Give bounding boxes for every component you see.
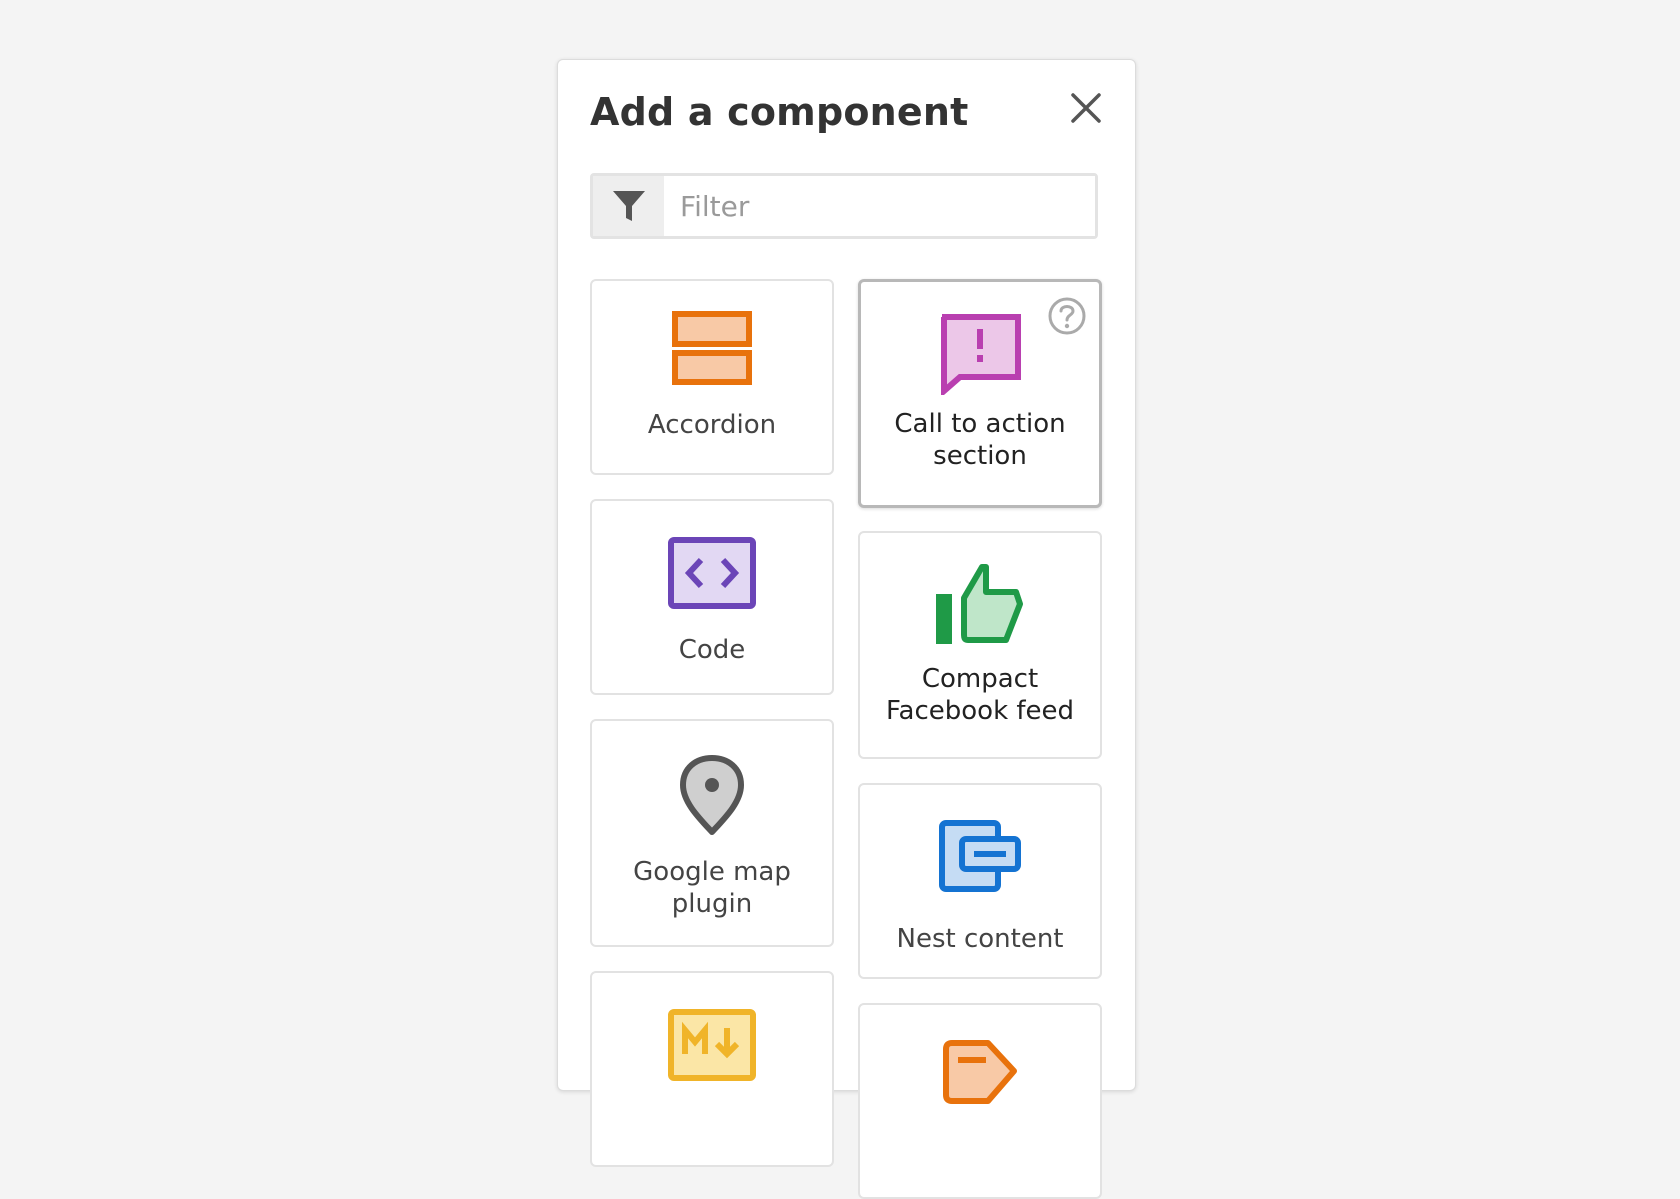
nest-content-icon (939, 820, 1021, 892)
component-label: Call to action section (894, 409, 1066, 471)
tag-icon (943, 1040, 1017, 1104)
component-label: Nest content (896, 924, 1064, 954)
thumbs-up-icon (936, 564, 1023, 644)
markdown-icon (668, 1009, 756, 1081)
close-button[interactable] (1068, 90, 1104, 126)
component-card-accordion[interactable]: Accordion (590, 279, 834, 475)
component-card-markdown[interactable] (590, 971, 834, 1167)
accordion-icon (672, 311, 752, 385)
component-label: Accordion (647, 410, 777, 440)
component-card-call-to-action-section[interactable]: Call to action section (858, 279, 1102, 508)
component-card-code[interactable]: Code (590, 499, 834, 695)
filter-icon-box (593, 176, 664, 236)
add-component-dialog: Add a component Accordion (557, 59, 1136, 1199)
component-label: Code (678, 635, 746, 665)
filter-icon (612, 191, 645, 221)
dialog-title: Add a component (590, 90, 969, 134)
call-to-action-icon (941, 314, 1021, 395)
component-label: Google map plugin (633, 857, 791, 919)
component-card-nest-content[interactable]: Nest content (858, 783, 1102, 979)
code-icon (668, 537, 756, 609)
component-card-google-map-plugin[interactable]: Google map plugin (590, 719, 834, 947)
filter-field (590, 173, 1098, 239)
close-icon (1071, 93, 1101, 123)
help-icon[interactable] (1047, 296, 1087, 336)
component-label: Compact Facebook feed (885, 664, 1075, 726)
component-card-tag[interactable] (858, 1003, 1102, 1199)
filter-input[interactable] (664, 176, 1095, 236)
map-pin-icon (680, 755, 744, 835)
component-card-compact-facebook-feed[interactable]: Compact Facebook feed (858, 531, 1102, 759)
